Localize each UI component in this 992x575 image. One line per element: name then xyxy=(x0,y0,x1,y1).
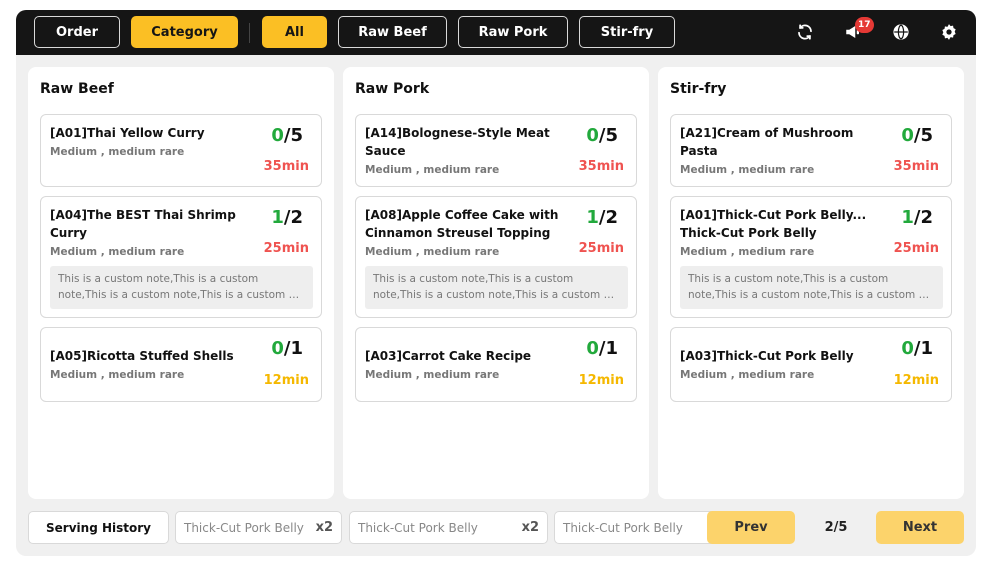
dish-name: [A08]Apple Coffee Cake with Cinnamon Str… xyxy=(365,208,559,240)
dish-options: Medium , medium rare xyxy=(680,246,815,258)
filter-raw-pork[interactable]: Raw Pork xyxy=(458,16,568,48)
dish-quantity: 0/5 xyxy=(271,125,303,146)
order-card[interactable]: [A03]Carrot Cake Recipe Medium , medium … xyxy=(355,327,637,402)
dish-name: [A04]The BEST Thai Shrimp Curry xyxy=(50,208,236,240)
dish-options: Medium , medium rare xyxy=(365,164,500,176)
order-card[interactable]: [A05]Ricotta Stuffed Shells Medium , med… xyxy=(40,327,322,402)
elapsed-time: 12min xyxy=(893,373,939,388)
kitchen-display-window: Order Category All Raw Beef Raw Pork Sti… xyxy=(16,10,976,556)
served-item-qty: x2 xyxy=(521,520,539,535)
elapsed-time: 35min xyxy=(578,159,624,174)
dish-name: [A03]Carrot Cake Recipe xyxy=(365,349,532,363)
dish-options: Medium , medium rare xyxy=(365,369,500,381)
dish-quantity: 1/2 xyxy=(271,207,303,228)
dish-name: [A01]Thai Yellow Curry xyxy=(50,126,205,140)
dish-name: [A21]Cream of Mushroom Pasta xyxy=(680,126,854,158)
served-item-name: Thick-Cut Pork Belly xyxy=(358,520,478,535)
order-card[interactable]: [A01]Thai Yellow Curry Medium , medium r… xyxy=(40,114,322,187)
globe-icon[interactable] xyxy=(889,20,913,44)
order-card[interactable]: [A03]Thick-Cut Pork Belly Medium , mediu… xyxy=(670,327,952,402)
served-item-qty: x2 xyxy=(315,520,333,535)
filter-stir-fry[interactable]: Stir-fry xyxy=(579,16,675,48)
dish-name: [A14]Bolognese-Style Meat Sauce xyxy=(365,126,550,158)
dish-options: Medium , medium rare xyxy=(50,246,185,258)
top-toolbar: Order Category All Raw Beef Raw Pork Sti… xyxy=(16,10,976,55)
dish-quantity: 0/1 xyxy=(271,338,303,359)
dish-name: [A01]Thick-Cut Pork Belly... Thick-Cut P… xyxy=(680,208,867,240)
page-indicator: 2/5 xyxy=(824,520,848,535)
dish-options: Medium , medium rare xyxy=(50,146,185,158)
column-title: Raw Pork xyxy=(355,81,430,97)
served-item-name: Thick-Cut Pork Belly xyxy=(184,520,304,535)
filter-all[interactable]: All xyxy=(262,16,327,48)
elapsed-time: 25min xyxy=(893,241,939,256)
tab-order[interactable]: Order xyxy=(34,16,120,48)
category-column-stir-fry: Stir-fry [A21]Cream of Mushroom Pasta Me… xyxy=(658,67,964,499)
served-item[interactable]: Thick-Cut Pork Belly xyxy=(554,511,714,544)
dish-options: Medium , medium rare xyxy=(680,369,815,381)
order-card[interactable]: [A01]Thick-Cut Pork Belly... Thick-Cut P… xyxy=(670,196,952,318)
dish-options: Medium , medium rare xyxy=(365,246,500,258)
dish-options: Medium , medium rare xyxy=(680,164,815,176)
dish-quantity: 0/5 xyxy=(586,125,618,146)
served-item[interactable]: Thick-Cut Pork Belly x2 xyxy=(175,511,342,544)
dish-options: Medium , medium rare xyxy=(50,369,185,381)
dish-quantity: 1/2 xyxy=(586,207,618,228)
filter-raw-beef[interactable]: Raw Beef xyxy=(338,16,447,48)
column-title: Raw Beef xyxy=(40,81,114,97)
custom-note: This is a custom note,This is a custom no… xyxy=(50,266,313,309)
order-card[interactable]: [A14]Bolognese-Style Meat Sauce Medium ,… xyxy=(355,114,637,187)
elapsed-time: 35min xyxy=(263,159,309,174)
toolbar-divider xyxy=(249,23,250,43)
next-page-button[interactable]: Next xyxy=(876,511,964,544)
custom-note: This is a custom note,This is a custom no… xyxy=(365,266,628,309)
order-card[interactable]: [A21]Cream of Mushroom Pasta Medium , me… xyxy=(670,114,952,187)
serving-history-button[interactable]: Serving History xyxy=(28,511,169,544)
refresh-icon[interactable] xyxy=(793,20,817,44)
order-card[interactable]: [A04]The BEST Thai Shrimp Curry Medium ,… xyxy=(40,196,322,318)
dish-quantity: 0/5 xyxy=(901,125,933,146)
notification-badge: 17 xyxy=(855,17,874,33)
gear-icon[interactable] xyxy=(937,20,961,44)
elapsed-time: 12min xyxy=(263,373,309,388)
served-item-name: Thick-Cut Pork Belly xyxy=(563,520,683,535)
elapsed-time: 12min xyxy=(578,373,624,388)
category-column-raw-beef: Raw Beef [A01]Thai Yellow Curry Medium ,… xyxy=(28,67,334,499)
dish-quantity: 0/1 xyxy=(586,338,618,359)
elapsed-time: 25min xyxy=(263,241,309,256)
tab-category[interactable]: Category xyxy=(131,16,238,48)
dish-name: [A05]Ricotta Stuffed Shells xyxy=(50,349,234,363)
served-item[interactable]: Thick-Cut Pork Belly x2 xyxy=(349,511,548,544)
order-card[interactable]: [A08]Apple Coffee Cake with Cinnamon Str… xyxy=(355,196,637,318)
custom-note: This is a custom note,This is a custom no… xyxy=(680,266,943,309)
dish-quantity: 1/2 xyxy=(901,207,933,228)
category-column-raw-pork: Raw Pork [A14]Bolognese-Style Meat Sauce… xyxy=(343,67,649,499)
megaphone-icon[interactable]: 17 xyxy=(841,17,874,44)
dish-name: [A03]Thick-Cut Pork Belly xyxy=(680,349,854,363)
column-title: Stir-fry xyxy=(670,81,727,97)
dish-quantity: 0/1 xyxy=(901,338,933,359)
prev-page-button[interactable]: Prev xyxy=(707,511,795,544)
elapsed-time: 25min xyxy=(578,241,624,256)
elapsed-time: 35min xyxy=(893,159,939,174)
